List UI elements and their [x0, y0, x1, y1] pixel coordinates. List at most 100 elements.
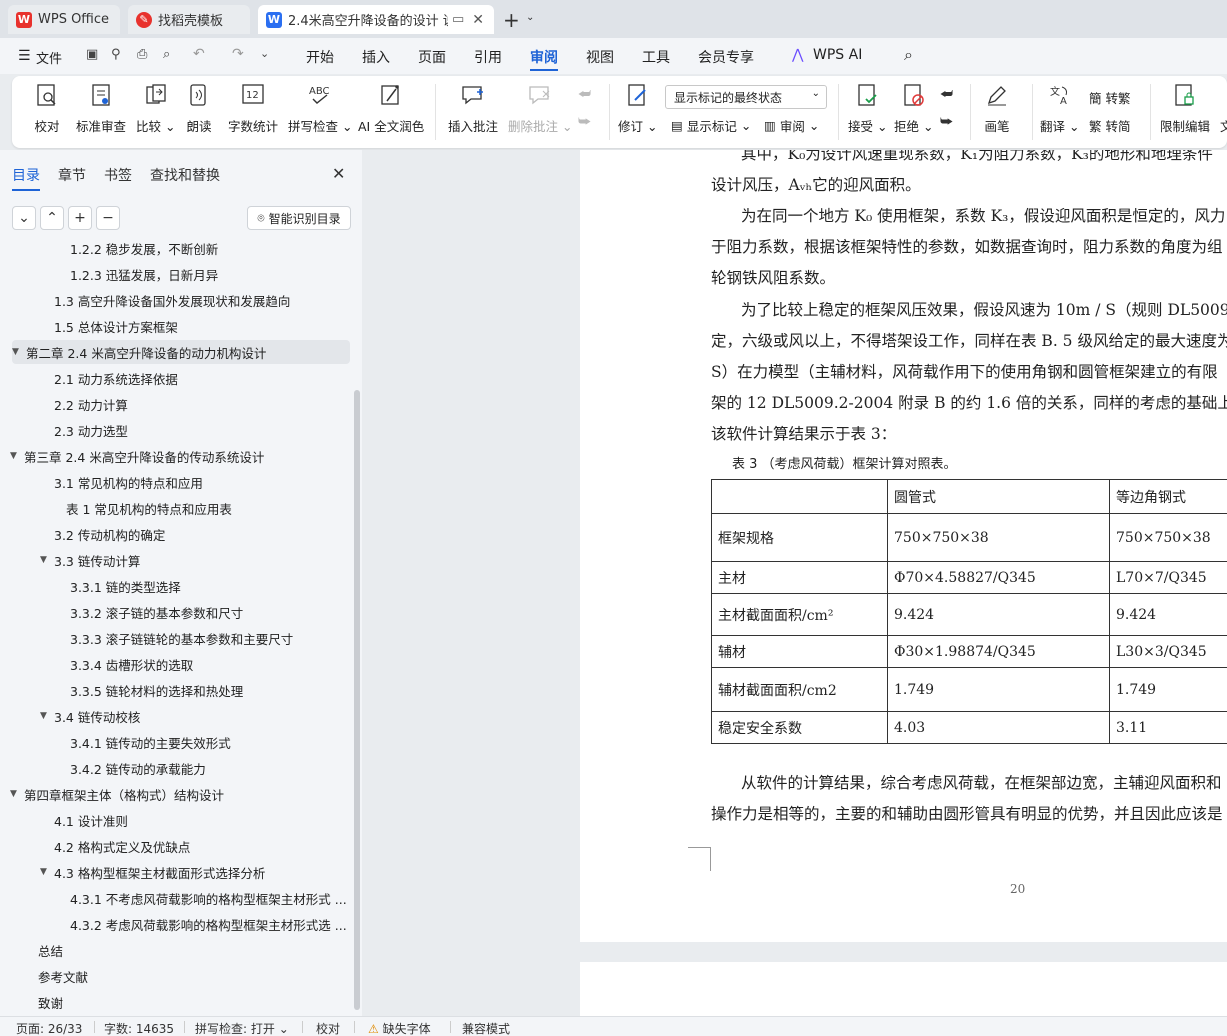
toc-item[interactable]: 表 1 常见机构的特点和应用表 — [0, 496, 352, 520]
toc-item[interactable]: 致谢 — [0, 990, 352, 1014]
expand-triangle-icon[interactable]: ▼ — [10, 789, 24, 799]
menu-insert[interactable]: 插入 — [362, 47, 390, 67]
review-pane-button[interactable]: ▥ 审阅 ⌄ — [764, 116, 819, 135]
reject-button[interactable]: 拒绝 ⌄ — [894, 82, 933, 135]
document-page[interactable]: 其中，K₀为设计风速重现系数，K₁为阻力系数，K₃的地形和地理条件 设计风压，A… — [580, 150, 1227, 942]
toc-item[interactable]: 1.2.2 稳步发展，不断创新 — [0, 238, 352, 260]
menu-references[interactable]: 引用 — [474, 47, 502, 67]
toc-item[interactable]: 3.3.5 链轮材料的选择和热处理 — [0, 678, 352, 702]
export-icon[interactable]: ⚲ — [111, 47, 121, 62]
tab-docer-templates[interactable]: ✎ 找稻壳模板 — [128, 5, 250, 34]
next-change-icon[interactable]: ⮩ — [940, 114, 953, 130]
expand-triangle-icon[interactable]: ▼ — [10, 451, 24, 461]
toc-item[interactable]: 参考文献 — [0, 964, 352, 988]
hamburger-icon[interactable]: ☰ — [18, 48, 31, 64]
toc-item[interactable]: 3.3.4 齿槽形状的选取 — [0, 652, 352, 676]
toc-item[interactable]: ▼ 4.3 格构型框架主材截面形式选择分析 — [0, 860, 352, 884]
to-simplified-button[interactable]: 繁转简 — [1089, 116, 1131, 135]
spell-check-indicator[interactable]: 拼写检查: 打开 ⌄ — [195, 1020, 289, 1036]
add-heading-button[interactable]: + — [68, 206, 92, 230]
smart-toc-button[interactable]: ⌾ 智能识别目录 — [247, 206, 351, 230]
search-icon[interactable]: ⌕ — [904, 45, 913, 65]
ink-button[interactable]: 画笔 — [984, 82, 1010, 135]
spell-check-button[interactable]: ABC 拼写检查 ⌄ — [288, 82, 352, 135]
ribbon-more-label[interactable]: 文 — [1220, 116, 1227, 135]
track-changes-button[interactable]: 修订 ⌄ — [618, 82, 657, 135]
nav-tab-find-replace[interactable]: 查找和替换 — [150, 165, 220, 185]
collapse-button[interactable]: ⌄ — [12, 206, 36, 230]
expand-triangle-icon[interactable]: ▼ — [12, 347, 26, 357]
to-traditional-button[interactable]: 簡转繁 — [1089, 88, 1131, 107]
accept-button[interactable]: 接受 ⌄ — [848, 82, 887, 135]
toc-item[interactable]: 3.4.2 链传动的承载能力 — [0, 756, 352, 780]
document-page-next[interactable] — [580, 962, 1227, 1016]
proofread-button[interactable]: 校对 — [34, 82, 60, 135]
menu-tools[interactable]: 工具 — [642, 47, 670, 67]
toc-item[interactable]: 4.2 格构式定义及优缺点 — [0, 834, 352, 858]
toc-item[interactable]: 2.1 动力系统选择依据 — [0, 366, 352, 390]
word-count-button[interactable]: 12 字数统计 — [228, 82, 278, 135]
toc-item[interactable]: ▼ 3.3 链传动计算 — [0, 548, 352, 572]
toc-item[interactable]: 2.2 动力计算 — [0, 392, 352, 416]
tab-wps-office[interactable]: W WPS Office — [8, 5, 120, 34]
menu-member[interactable]: 会员专享 — [698, 47, 754, 67]
proof-indicator[interactable]: 校对 — [316, 1020, 340, 1036]
delete-comment-button[interactable]: 删除批注 ⌄ — [508, 82, 572, 135]
toc-item[interactable]: 3.4.1 链传动的主要失效形式 — [0, 730, 352, 754]
menu-home[interactable]: 开始 — [306, 47, 334, 67]
prev-change-icon[interactable]: ⮨ — [940, 86, 953, 102]
toc-item[interactable]: 3.3.1 链的类型选择 — [0, 574, 352, 598]
expand-triangle-icon[interactable]: ▼ — [40, 711, 54, 721]
menu-file[interactable]: 文件 — [36, 48, 62, 67]
toc-item[interactable]: ▼ 第三章 2.4 米高空升降设备的传动系统设计 — [0, 444, 352, 468]
toc-item[interactable]: 4.3.1 不考虑风荷载影响的格构型框架主材形式 ... — [0, 886, 352, 910]
compat-mode-indicator[interactable]: 兼容模式 — [462, 1020, 510, 1036]
ai-polish-button[interactable]: AI 全文润色 — [358, 82, 424, 135]
display-mode-select[interactable]: 显示标记的最终状态 ⌄ — [665, 85, 827, 109]
toc-item[interactable]: 2.3 动力选型 — [0, 418, 352, 442]
nav-tab-chapters[interactable]: 章节 — [58, 165, 86, 185]
toc-item[interactable]: 1.5 总体设计方案框架 — [0, 314, 352, 338]
chevron-down-icon[interactable]: ⌄ — [526, 12, 534, 23]
new-tab-button[interactable]: + — [503, 8, 520, 32]
translate-button[interactable]: 文A 翻译 ⌄ — [1040, 82, 1079, 135]
next-comment-icon[interactable]: ⮩ — [578, 114, 591, 130]
toc-item[interactable]: 4.3.2 考虑风荷载影响的格构型框架主材形式选 ... — [0, 912, 352, 936]
nav-tab-toc[interactable]: 目录 — [12, 165, 40, 185]
missing-font-indicator[interactable]: ⚠ 缺失字体 — [368, 1020, 431, 1036]
toc-item[interactable]: 总结 — [0, 938, 352, 962]
more-icon[interactable]: ⌄ — [260, 47, 269, 60]
expand-up-button[interactable]: ⌃ — [40, 206, 64, 230]
insert-comment-button[interactable]: 插入批注 — [448, 82, 498, 135]
toc-item[interactable]: 1.3 高空升降设备国外发展现状和发展趋向 — [0, 288, 352, 312]
toc-scrollbar-thumb[interactable] — [354, 390, 360, 1010]
print-icon[interactable]: ⎙ — [137, 47, 147, 62]
redo-icon[interactable]: ↷ — [232, 46, 244, 62]
print-preview-icon[interactable]: ⌕ — [163, 47, 170, 62]
expand-triangle-icon[interactable]: ▼ — [40, 867, 54, 877]
nav-tab-bookmarks[interactable]: 书签 — [104, 165, 132, 185]
page-indicator[interactable]: 页面: 26/33 — [16, 1020, 82, 1036]
menu-wps-ai[interactable]: WPS AI — [813, 47, 862, 63]
word-count-indicator[interactable]: 字数: 14635 — [104, 1020, 174, 1036]
toc-item[interactable]: 1.2.3 迅猛发展，日新月异 — [0, 262, 352, 286]
tab-document[interactable]: W 2.4米高空升降设备的设计 说明书 ▭ ✕ — [258, 5, 494, 34]
toc-item[interactable]: 3.3.2 滚子链的基本参数和尺寸 — [0, 600, 352, 624]
toc-item[interactable]: 3.3.3 滚子链链轮的基本参数和主要尺寸 — [0, 626, 352, 650]
toc-item[interactable]: 3.1 常见机构的特点和应用 — [0, 470, 352, 494]
close-icon[interactable]: ✕ — [472, 12, 484, 28]
close-icon[interactable]: ✕ — [332, 164, 345, 183]
remove-heading-button[interactable]: − — [96, 206, 120, 230]
expand-triangle-icon[interactable]: ▼ — [40, 555, 54, 565]
toc-item[interactable]: 4.1 设计准则 — [0, 808, 352, 832]
menu-review[interactable]: 审阅 — [530, 47, 558, 67]
prev-comment-icon[interactable]: ⮨ — [578, 86, 591, 102]
menu-view[interactable]: 视图 — [586, 47, 614, 67]
show-markup-button[interactable]: ▤ 显示标记 ⌄ — [671, 116, 751, 135]
read-aloud-button[interactable]: 朗读 — [186, 82, 212, 135]
toc-item[interactable]: ▼ 第二章 2.4 米高空升降设备的动力机构设计 — [12, 340, 350, 364]
compare-button[interactable]: 比较 ⌄ — [136, 82, 175, 135]
toc-item[interactable]: 3.2 传动机构的确定 — [0, 522, 352, 546]
document-area[interactable]: 其中，K₀为设计风速重现系数，K₁为阻力系数，K₃的地形和地理条件 设计风压，A… — [362, 150, 1227, 1016]
save-icon[interactable]: ▣ — [86, 47, 98, 62]
